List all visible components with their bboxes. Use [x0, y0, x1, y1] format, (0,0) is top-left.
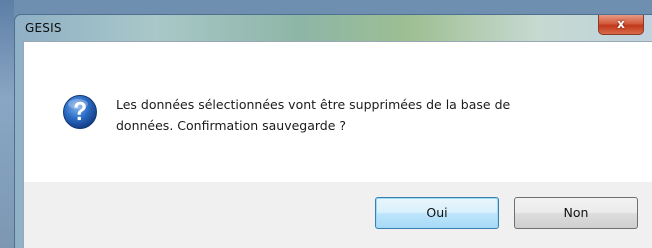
message-text: Les données sélectionnées vont être supp… — [116, 97, 511, 133]
background-window — [0, 0, 14, 248]
close-button[interactable]: x — [598, 15, 644, 35]
dialog-client-area: Les données sélectionnées vont être supp… — [23, 41, 652, 248]
window-title: GESIS — [25, 21, 62, 35]
message-dialog: GESIS x Les données sélectionnées vont ê… — [14, 14, 652, 248]
title-bar[interactable]: GESIS x — [15, 15, 652, 41]
oui-button[interactable]: Oui — [375, 197, 499, 229]
question-icon — [63, 95, 97, 129]
non-button[interactable]: Non — [514, 197, 638, 229]
close-icon: x — [617, 17, 625, 31]
message-area: Les données sélectionnées vont être supp… — [24, 42, 652, 182]
